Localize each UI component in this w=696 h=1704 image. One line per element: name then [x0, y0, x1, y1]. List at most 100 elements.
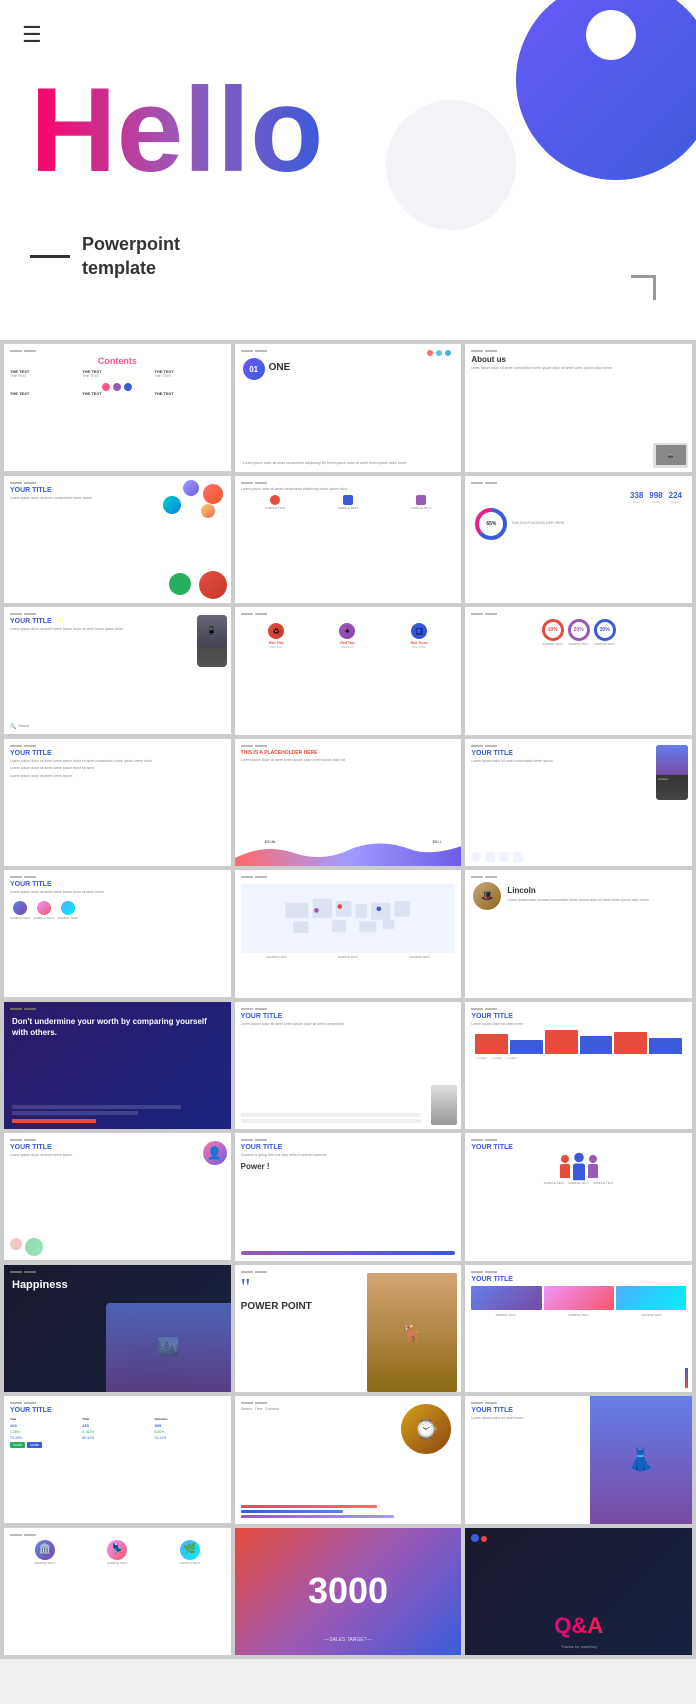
- square-icon-12b: [499, 852, 509, 862]
- bar-line: [255, 1402, 267, 1404]
- icon-13-2: SAMPLE TEXT: [34, 901, 55, 920]
- icon-1-label: SAMPLE TEXT: [241, 506, 310, 510]
- placeholder-body: Lorem ipsum dolor sit amet lorem ipsum d…: [241, 758, 456, 763]
- person-2: [573, 1153, 585, 1181]
- circle-icon-12: [471, 852, 481, 862]
- bar-line: [241, 1008, 253, 1010]
- slide-your-title-table: YOUR TITLE Year Time Direction 103 215 3…: [4, 1396, 231, 1523]
- status-badges: GOOD MORE: [10, 1442, 225, 1448]
- lincoln-name: Lincoln: [507, 886, 535, 895]
- icon-circle-1: ♻: [268, 623, 284, 639]
- slide-title-20: YOUR TITLE: [241, 1144, 456, 1151]
- check-2: ✓ Lorem: [490, 1056, 502, 1060]
- phone-screen-12: [656, 745, 688, 775]
- slide-body-5: Lorem ipsum dolor sit amet consectetur a…: [241, 487, 456, 492]
- slide-lincoln: 🎩 Lincoln Lorem ipsum dolor sit amet con…: [465, 870, 692, 998]
- prog-1: 10% SAMPLE TEXT: [542, 619, 564, 646]
- slide-qa: Q&A Thanks for watching: [465, 1528, 692, 1656]
- person-card-label-1: SAMPLE TEXT: [34, 1561, 55, 1565]
- form-17: [241, 1113, 422, 1123]
- slide-title-25: YOUR TITLE: [10, 1407, 225, 1414]
- search-icon: 🔍: [10, 724, 16, 730]
- bar-line: [485, 1271, 497, 1273]
- slide-header-bar: [471, 482, 686, 484]
- col2-title-2: THE TEXT: [82, 391, 152, 396]
- slide-title-12: YOUR TITLE: [471, 750, 686, 757]
- body-2: [573, 1164, 585, 1181]
- bar-line: [255, 876, 267, 878]
- bar-line: [241, 1402, 253, 1404]
- bar-line: [10, 1008, 22, 1010]
- bar-line: [10, 1534, 22, 1536]
- slide-header-bar: [10, 613, 225, 615]
- person-3: [588, 1155, 598, 1178]
- avatar-3-icon: 🌿: [180, 1540, 200, 1560]
- icon-col-1: ♻ Red Title Red Two: [268, 623, 284, 649]
- bar-6: [649, 1038, 682, 1054]
- world-map-svg: [251, 887, 444, 949]
- bar-1: [475, 1034, 508, 1054]
- bar-5: [614, 1032, 647, 1054]
- bar-line: [241, 482, 253, 484]
- bar-3: [545, 1030, 578, 1054]
- prog-label-3: SAMPLE TEXT: [594, 642, 616, 646]
- blob-darkred: [199, 571, 227, 599]
- map-pin-1: [338, 905, 343, 910]
- slide-dark-quote: Don't undermine your worth by comparing …: [4, 1002, 231, 1129]
- bar-line: [10, 876, 22, 878]
- avatar-1-icon: 🏛️: [35, 1540, 55, 1560]
- wave-label-1: $20.5k: [265, 840, 276, 844]
- bar-line: [485, 613, 497, 615]
- hero-small-circle: [586, 10, 636, 60]
- bar-2: [510, 1040, 543, 1054]
- qa-dot-1: [471, 1534, 479, 1542]
- bar-line: [24, 1534, 36, 1536]
- dark-quote-text: Don't undermine your worth by comparing …: [12, 1016, 223, 1038]
- col2-title-3: THE TEXT: [154, 391, 224, 396]
- search-label: Search: [18, 724, 29, 730]
- slide-body-7: Lorem ipsum dolor sit amet lorem ipsum d…: [10, 627, 225, 632]
- icon-13-circle-1: [13, 901, 27, 915]
- bar-line: [241, 876, 253, 878]
- hamburger-icon[interactable]: ☰: [22, 22, 42, 48]
- wave-label-2: $30.1: [433, 840, 442, 844]
- qa-thanks: Thanks for watching: [465, 1644, 692, 1649]
- slide-header-bar: [241, 350, 456, 352]
- bar-line: [471, 482, 483, 484]
- bar-line: [241, 1271, 253, 1273]
- blob-19-1: [10, 1238, 22, 1250]
- photo-3: [616, 1286, 686, 1310]
- blobs-19: [10, 1238, 43, 1256]
- avatar-2-icon: 💺: [107, 1540, 127, 1560]
- hero-medium-circle: [386, 100, 516, 230]
- lincoln-avatar: 🎩: [473, 882, 501, 910]
- people-label-3: SAMPLE TEXT: [593, 1181, 614, 1185]
- bar-line: [471, 350, 483, 352]
- happiness-title: Happiness: [12, 1279, 68, 1291]
- bar-line: [24, 1008, 36, 1010]
- happiness-image-icon: 🏙️: [106, 1303, 231, 1392]
- slide-power: YOUR TITLE Success is going that one ste…: [235, 1133, 462, 1261]
- person-card-1: 🏛️ SAMPLE TEXT: [10, 1540, 80, 1565]
- stat-label-3: lorem: [669, 500, 682, 504]
- icon-col-2: ✦ Red Two Red Two: [339, 623, 355, 649]
- people-labels: SAMPLE TEXT SAMPLE TEXT SAMPLE TEXT: [471, 1181, 686, 1185]
- qa-dots-row: [471, 1534, 487, 1542]
- phone-mockup-7: 📱: [197, 615, 227, 667]
- icon-13-circle-3: [61, 901, 75, 915]
- slide-header-bar: [10, 745, 225, 747]
- dot-teal: [436, 350, 442, 356]
- dot-blue: [445, 350, 451, 356]
- sales-target: —SALES TARGET—: [235, 1637, 462, 1643]
- pie-description: THIS IS A PLACEHOLDER HERE: [511, 521, 564, 526]
- map-label-3: SAMPLE TEXT: [409, 955, 430, 959]
- slide-your-title-phone: YOUR TITLE Lorem ipsum dolor sit amet lo…: [4, 607, 231, 734]
- map-pin-3: [314, 909, 319, 914]
- slide-header-bar: [471, 876, 686, 878]
- checkmarks-18: ✓ Lorem ✓ Lorem ✓ Lorem: [471, 1054, 686, 1062]
- td-5: 8.162%: [82, 1430, 152, 1434]
- people-label-1: SAMPLE TEXT: [544, 1181, 565, 1185]
- blob-19-2: [25, 1238, 43, 1256]
- slide-header-bar: [10, 350, 225, 352]
- col-body-2: THE TEXT: [82, 374, 152, 379]
